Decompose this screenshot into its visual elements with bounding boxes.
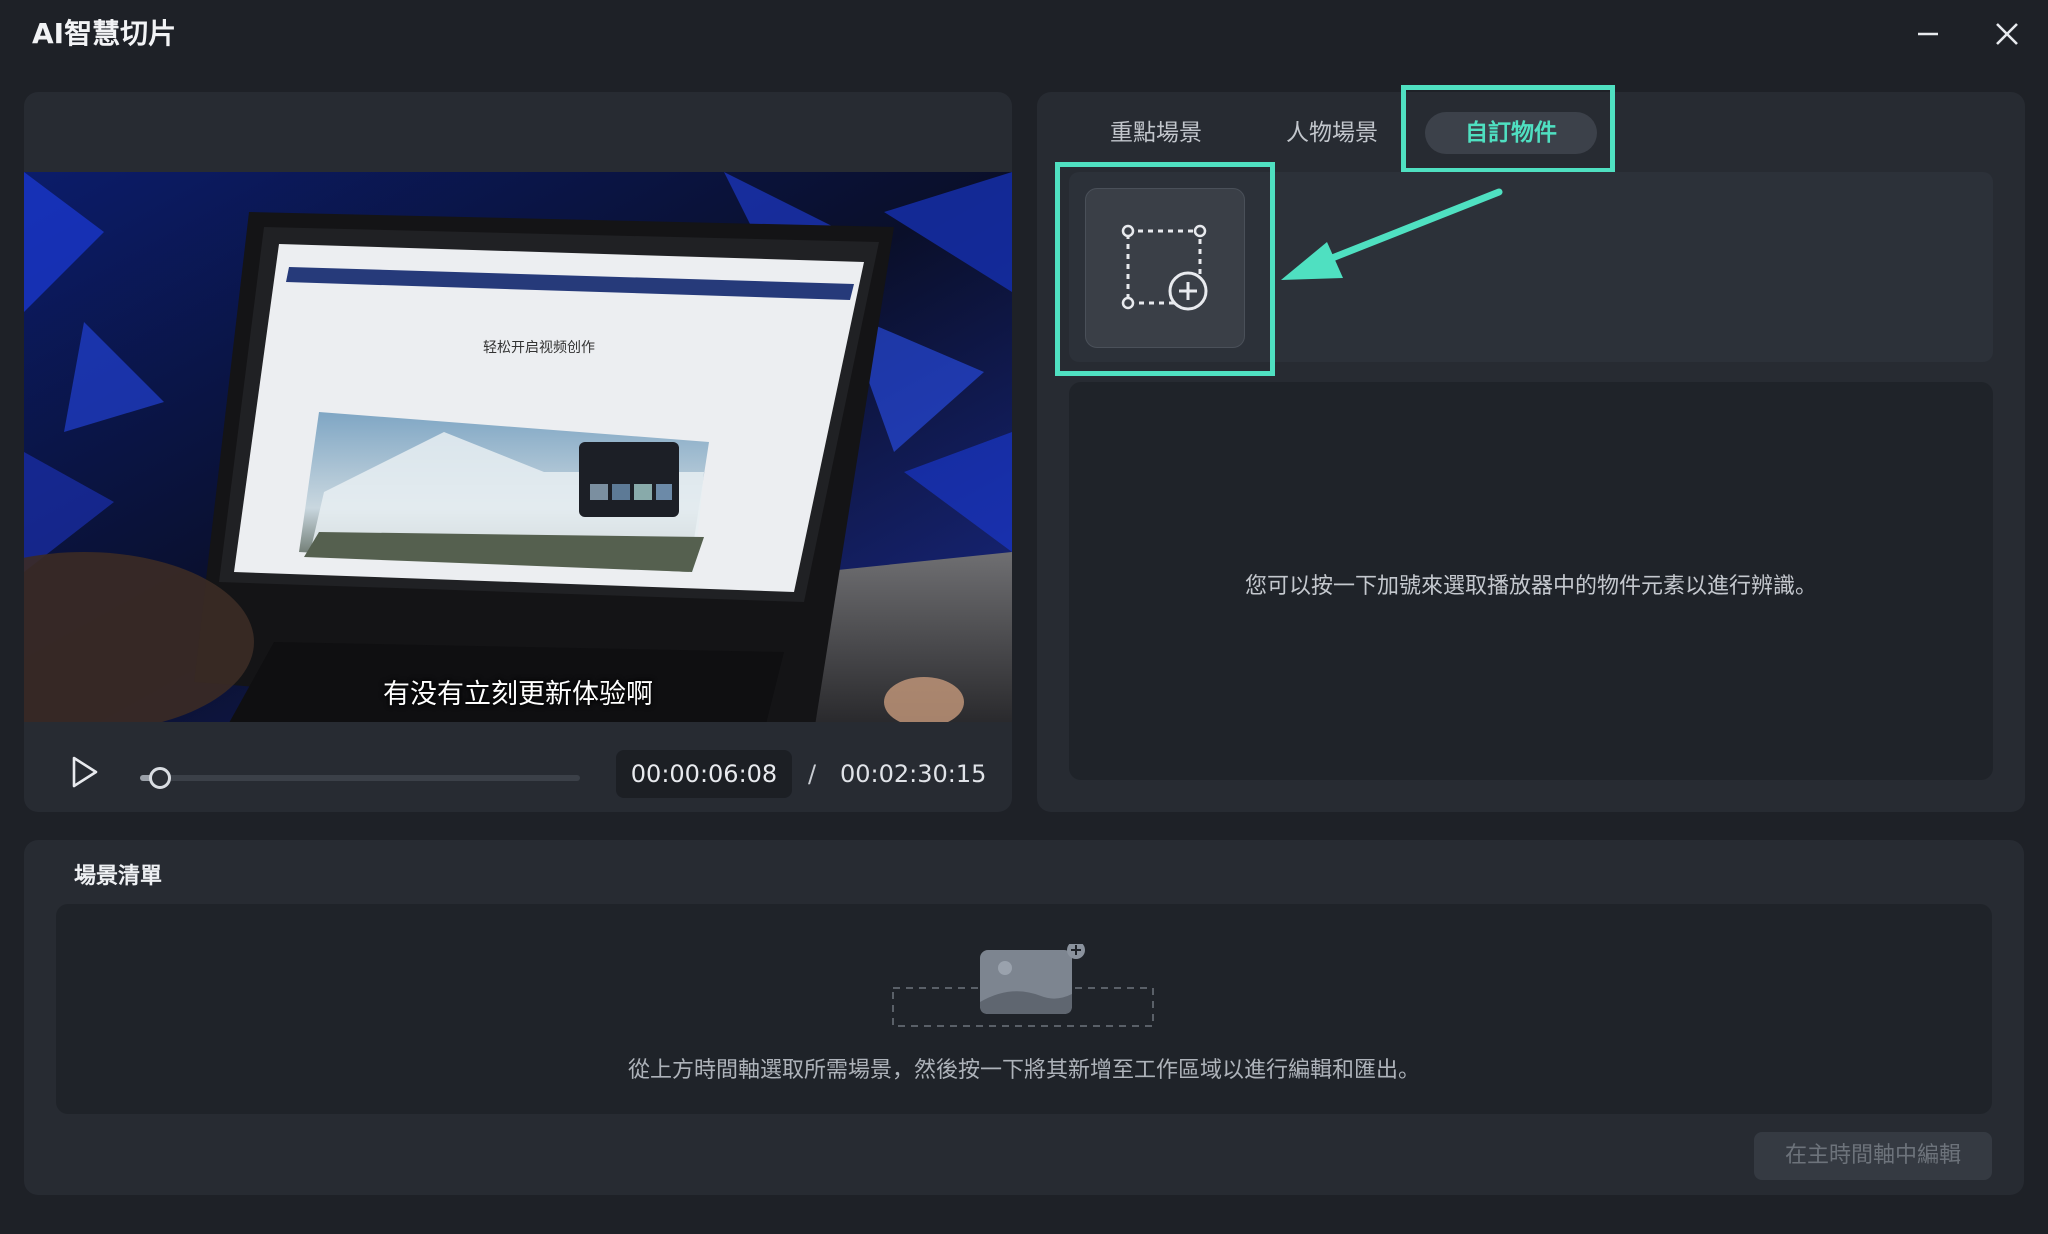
app-title: AI智慧切片 [32, 17, 177, 50]
title-bar: AI智慧切片 [0, 0, 2048, 66]
player-panel: 轻松开启视频创作 有没有立刻更新体验啊 00:00:06:08 / 00:02:… [24, 92, 1012, 812]
minimize-icon[interactable] [1908, 14, 1948, 54]
progress-slider[interactable] [140, 767, 580, 789]
empty-scene-image-icon [892, 944, 1154, 1027]
progress-knob[interactable] [148, 767, 171, 789]
tab-custom-objects[interactable]: 自訂物件 [1425, 112, 1597, 154]
video-subtitle: 有没有立刻更新体验啊 [383, 679, 653, 710]
playback-controls: 00:00:06:08 / 00:02:30:15 [24, 722, 1012, 812]
tab-people-scenes[interactable]: 人物場景 [1277, 112, 1387, 154]
tab-key-scenes[interactable]: 重點場景 [1101, 112, 1211, 154]
video-preview[interactable]: 轻松开启视频创作 有没有立刻更新体验啊 [24, 172, 1012, 722]
edit-in-main-timeline-button[interactable]: 在主時間軸中編輯 [1754, 1132, 1992, 1180]
scene-list-area: 從上方時間軸選取所需場景，然後按一下將其新增至工作區域以進行編輯和匯出。 [56, 904, 1992, 1114]
total-time: 00:02:30:15 [840, 760, 987, 788]
scene-list-hint: 從上方時間軸選取所需場景，然後按一下將其新增至工作區域以進行編輯和匯出。 [627, 1058, 1420, 1083]
time-separator: / [808, 760, 817, 788]
svg-text:轻松开启视频创作: 轻松开启视频创作 [483, 340, 595, 356]
arrow-annotation-icon [1281, 188, 1503, 280]
detection-panel: 重點場景 人物場景 自訂物件 您可以按一下加號來選取播放器中的物件元素以進行辨識… [1037, 85, 2025, 812]
video-frame: 轻松开启视频创作 [24, 172, 1012, 722]
current-time[interactable]: 00:00:06:08 [616, 750, 792, 798]
play-icon[interactable] [64, 752, 104, 792]
add-selection-icon [1121, 224, 1208, 311]
object-results-area: 您可以按一下加號來選取播放器中的物件元素以進行辨識。 [1069, 382, 1993, 780]
scene-list-panel: 場景清單 從上方時間軸選取所需場景，然後按一下將其新增至工作區域以進行編輯和匯出… [24, 840, 2024, 1195]
object-hint-text: 您可以按一下加號來選取播放器中的物件元素以進行辨識。 [1244, 574, 1817, 599]
scene-list-title: 場景清單 [74, 864, 163, 889]
add-object-button[interactable] [1085, 188, 1245, 348]
close-icon[interactable] [1987, 14, 2027, 54]
